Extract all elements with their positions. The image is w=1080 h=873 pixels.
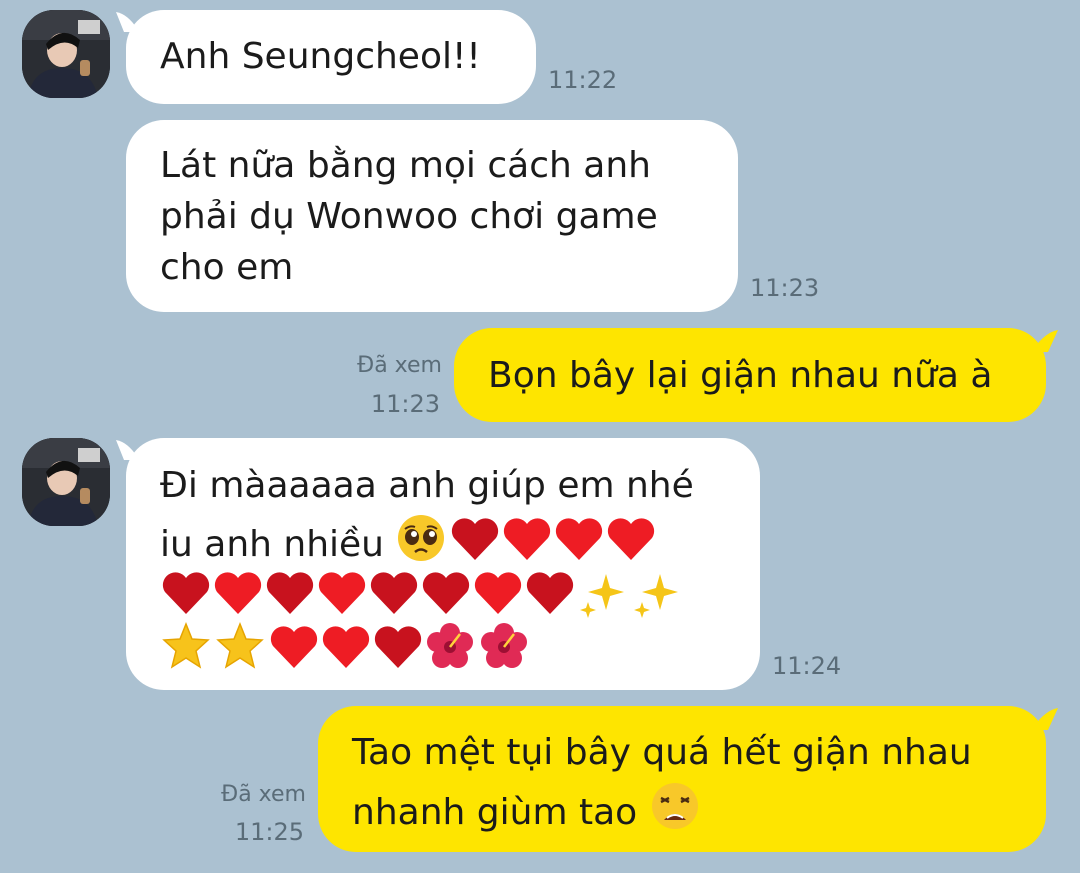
red-heart-icon — [368, 566, 420, 620]
hibiscus-icon — [424, 620, 478, 674]
avatar-photo — [22, 10, 110, 98]
red-heart-icon — [449, 512, 501, 566]
red-heart-icon — [160, 566, 212, 620]
message-timestamp: 11:25 — [234, 818, 304, 846]
message-text: Tao mệt tụi bây quá hết giận nhau — [352, 732, 972, 773]
sender-avatar[interactable] — [22, 438, 110, 526]
star-icon — [160, 620, 214, 674]
message-text: Anh Seungcheol!! — [160, 36, 481, 77]
avatar-photo — [22, 438, 110, 526]
red-heart-icon — [524, 566, 576, 620]
star-icon — [214, 620, 268, 674]
message-timestamp: 11:22 — [548, 66, 618, 94]
message-bubble[interactable]: Đi màaaaaa anh giúp em nhé iu anh nhiều — [126, 438, 760, 690]
hibiscus-icon — [478, 620, 532, 674]
message-bubble[interactable]: Anh Seungcheol!! — [126, 10, 536, 104]
sparkles-icon — [576, 566, 630, 620]
red-heart-icon — [605, 512, 657, 566]
bubble-tail — [1034, 330, 1058, 352]
pleading-face-icon — [395, 512, 449, 561]
read-receipt: Đã xem — [357, 353, 442, 378]
red-heart-icon — [372, 620, 424, 674]
weary-face-icon — [649, 780, 703, 829]
message-text: Đi màaaaaa anh giúp em nhé — [160, 465, 694, 506]
message-text: Bọn bây lại giận nhau nữa à — [488, 355, 993, 396]
read-receipt: Đã xem — [221, 782, 306, 807]
message-text: iu anh nhiều — [160, 524, 384, 565]
red-heart-icon — [420, 566, 472, 620]
message-text: phải dụ Wonwoo chơi game — [160, 196, 658, 237]
message-text: nhanh giùm tao — [352, 792, 638, 833]
red-heart-icon — [472, 566, 524, 620]
red-heart-icon — [212, 566, 264, 620]
message-bubble[interactable]: Bọn bây lại giận nhau nữa à — [454, 328, 1046, 422]
red-heart-icon — [553, 512, 605, 566]
sender-avatar[interactable] — [22, 10, 110, 98]
message-timestamp: 11:23 — [750, 274, 820, 302]
red-heart-icon — [320, 620, 372, 674]
sparkles-icon — [630, 566, 684, 620]
red-heart-icon — [316, 566, 368, 620]
red-heart-icon — [264, 566, 316, 620]
message-bubble[interactable]: Tao mệt tụi bây quá hết giận nhau nhanh … — [318, 706, 1046, 852]
message-timestamp: 11:24 — [772, 652, 842, 680]
message-bubble[interactable]: Lát nữa bằng mọi cách anh phải dụ Wonwoo… — [126, 120, 738, 312]
message-timestamp: 11:23 — [370, 390, 440, 418]
red-heart-icon — [501, 512, 553, 566]
message-text: cho em — [160, 247, 294, 288]
bubble-tail — [1034, 708, 1058, 730]
message-text: Lát nữa bằng mọi cách anh — [160, 145, 651, 186]
red-heart-icon — [268, 620, 320, 674]
